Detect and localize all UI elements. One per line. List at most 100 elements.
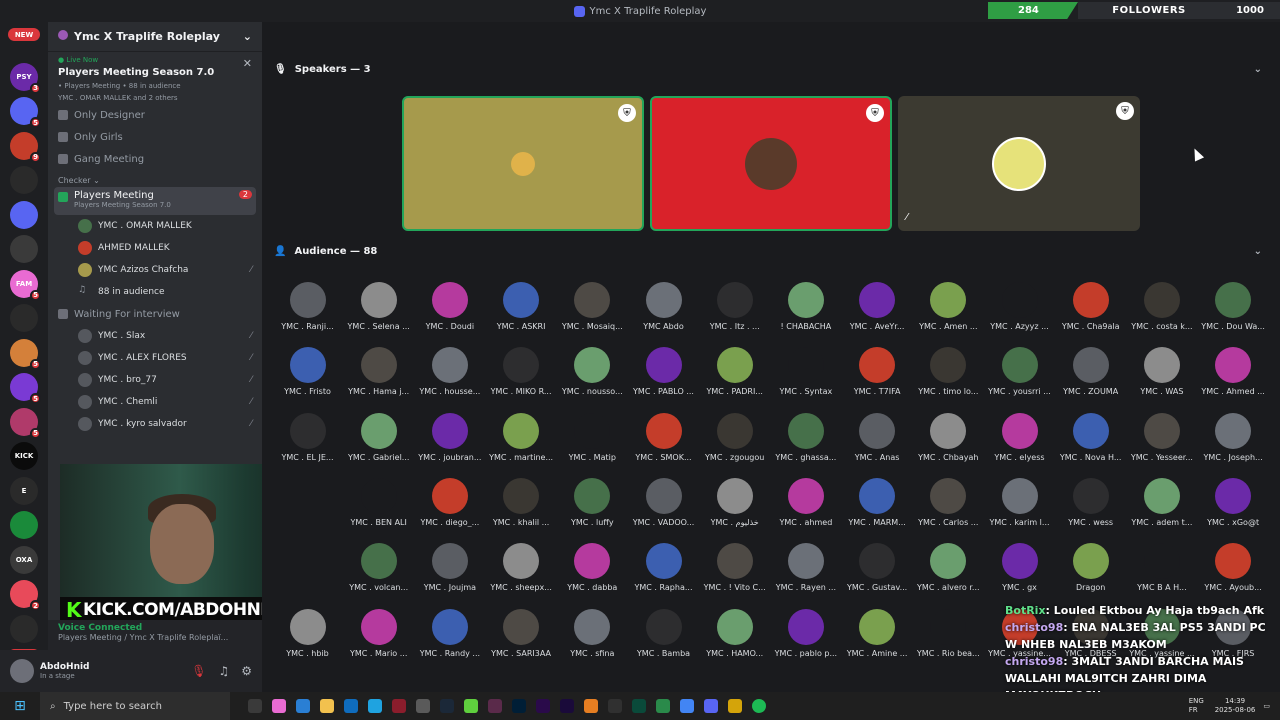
channel-waiting-interview[interactable]: Waiting For interview bbox=[48, 303, 262, 325]
audience-member[interactable]: YMC . Carlos ... bbox=[913, 477, 984, 527]
voice-member[interactable]: YMC . Slax ⁄ bbox=[48, 325, 262, 347]
audience-member[interactable]: YMC . Ayoub... bbox=[1198, 543, 1269, 592]
app-icon[interactable] bbox=[464, 699, 478, 713]
app-icon[interactable] bbox=[488, 699, 502, 713]
photoshop-icon[interactable] bbox=[512, 699, 526, 713]
server-icon[interactable]: 5 bbox=[10, 373, 41, 404]
audience-member[interactable]: YMC . MIKO R... bbox=[486, 347, 557, 396]
audience-member[interactable]: YMC . ghassa... bbox=[770, 412, 841, 462]
audience-member[interactable]: YMC . costa k... bbox=[1126, 282, 1197, 331]
audience-member[interactable]: YMC . BEN ALI bbox=[343, 477, 414, 527]
audience-member[interactable]: YMC . gx bbox=[984, 543, 1055, 592]
audience-member[interactable]: YMC . luffy bbox=[557, 477, 628, 527]
notification-icon[interactable]: ▭ bbox=[1263, 702, 1270, 710]
chrome-icon[interactable] bbox=[680, 699, 694, 713]
audience-member[interactable]: YMC . xGo@t bbox=[1198, 477, 1269, 527]
stage-member[interactable]: YMC Azizos Chafcha ⁄ bbox=[48, 259, 262, 281]
premiere-icon[interactable] bbox=[536, 699, 550, 713]
audience-member[interactable]: YMC . Anas bbox=[842, 412, 913, 462]
server-icon[interactable] bbox=[10, 614, 38, 643]
audience-member[interactable]: YMC . Randy ... bbox=[414, 608, 485, 658]
app-icon[interactable] bbox=[728, 699, 742, 713]
audience-member[interactable]: ! CHABACHA bbox=[770, 282, 841, 331]
audience-member[interactable]: YMC . Hama j... bbox=[343, 347, 414, 396]
audience-member[interactable]: YMC . Amen ... bbox=[913, 282, 984, 331]
audience-member[interactable]: YMC . Fristo bbox=[272, 347, 343, 396]
audience-member[interactable]: YMC . Mosaiq... bbox=[557, 282, 628, 331]
audience-member[interactable]: YMC . WAS bbox=[1126, 347, 1197, 396]
audience-member[interactable]: YMC . Mario ... bbox=[343, 608, 414, 658]
audience-member[interactable]: YMC . T7IFA bbox=[842, 347, 913, 396]
audience-member[interactable]: YMC . HAMO... bbox=[699, 608, 770, 658]
edge-icon[interactable] bbox=[368, 699, 382, 713]
audience-member[interactable]: YMC . pablo p... bbox=[770, 608, 841, 658]
channel-only-designer[interactable]: Only Designer bbox=[48, 104, 262, 126]
voice-member[interactable]: YMC . bro_77 ⁄ bbox=[48, 369, 262, 391]
steam-icon[interactable] bbox=[440, 699, 454, 713]
audience-member[interactable]: YMC . alvero r... bbox=[913, 543, 984, 592]
audience-member[interactable]: YMC . nousso... bbox=[557, 347, 628, 396]
audience-member[interactable]: YMC . Itz . ... bbox=[699, 282, 770, 331]
audience-member[interactable]: YMC . Gabriel... bbox=[343, 412, 414, 462]
server-icon[interactable] bbox=[10, 235, 38, 263]
voice-member[interactable]: YMC . kyro salvador ⁄ bbox=[48, 413, 262, 435]
audience-member[interactable]: YMC . MARM... bbox=[842, 477, 913, 527]
audience-member[interactable]: YMC . karim l... bbox=[984, 477, 1055, 527]
chevron-down-icon[interactable]: ⌄ bbox=[1254, 64, 1262, 75]
gear-icon[interactable]: ⚙ bbox=[241, 664, 252, 678]
clock[interactable]: 14:39 2025-08-06 bbox=[1215, 697, 1256, 715]
obs-icon[interactable] bbox=[608, 699, 622, 713]
audience-member[interactable]: YMC . Selena ... bbox=[343, 282, 414, 331]
speaker-tile[interactable]: ⛨ bbox=[402, 96, 644, 231]
stage-member[interactable]: AHMED MALLEK bbox=[48, 237, 262, 259]
audience-member[interactable]: YMC . Ahmed ... bbox=[1198, 347, 1269, 396]
audience-member[interactable]: YMC . SMOK... bbox=[628, 412, 699, 462]
audience-member[interactable]: YMC . Azyyz ... bbox=[984, 282, 1055, 331]
audience-member[interactable]: YMC . dabba bbox=[557, 543, 628, 592]
user-avatar[interactable] bbox=[10, 659, 34, 683]
audience-member[interactable]: YMC . Syntax bbox=[770, 347, 841, 396]
audience-member[interactable]: YMC . sheepx... bbox=[486, 543, 557, 592]
server-icon[interactable] bbox=[10, 200, 38, 229]
audience-member[interactable]: YMC . Nova H... bbox=[1055, 412, 1126, 462]
audience-member[interactable]: YMC . PADRI... bbox=[699, 347, 770, 396]
channel-players-meeting[interactable]: Players Meeting Players Meeting Season 7.… bbox=[54, 187, 256, 215]
audience-member[interactable]: YMC . Rio bea... bbox=[913, 608, 984, 658]
audience-member[interactable]: YMC Abdo bbox=[628, 282, 699, 331]
server-icon[interactable]: E bbox=[10, 476, 38, 505]
close-icon[interactable]: ✕ bbox=[243, 57, 252, 70]
audience-member[interactable]: YMC . zgougou bbox=[699, 412, 770, 462]
audience-member[interactable]: YMC . Dou Wa... bbox=[1198, 282, 1269, 331]
audience-member[interactable]: YMC . Yesseer... bbox=[1126, 412, 1197, 462]
store-icon[interactable] bbox=[296, 699, 310, 713]
server-icon[interactable] bbox=[10, 166, 38, 194]
audience-member[interactable]: YMC . VADOO... bbox=[628, 477, 699, 527]
audience-member[interactable]: YMC . PABLO ... bbox=[628, 347, 699, 396]
discord-icon[interactable] bbox=[704, 699, 718, 713]
audience-member[interactable]: YMC . Doudi bbox=[414, 282, 485, 331]
server-icon[interactable]: OXA bbox=[10, 545, 38, 574]
mic-muted-icon[interactable]: 🎙 bbox=[191, 664, 206, 678]
audience-member[interactable]: YMC . adem t... bbox=[1126, 477, 1197, 527]
category-checker[interactable]: Checker ⌄ bbox=[48, 170, 262, 187]
server-icon[interactable] bbox=[10, 511, 38, 539]
channel-only-girls[interactable]: Only Girls bbox=[48, 126, 262, 148]
copilot-icon[interactable] bbox=[272, 699, 286, 713]
server-icon[interactable]: 5 bbox=[10, 97, 41, 128]
audience-member[interactable]: YMC . Amine ... bbox=[842, 608, 913, 658]
chevron-down-icon[interactable]: ⌄ bbox=[243, 30, 252, 43]
app-icon[interactable] bbox=[632, 699, 646, 713]
audience-member[interactable]: YMC B A H... bbox=[1126, 543, 1197, 592]
server-icon[interactable]: KICK bbox=[10, 442, 38, 470]
audience-member[interactable]: YMC . yousrri ... bbox=[984, 347, 1055, 396]
server-icon[interactable]: 5 bbox=[10, 407, 41, 439]
speaker-tile[interactable]: ⛨ bbox=[650, 96, 892, 231]
audience-member[interactable]: YMC . Joseph... bbox=[1198, 412, 1269, 462]
app-icon[interactable] bbox=[392, 699, 406, 713]
audience-member[interactable]: Dragon bbox=[1055, 543, 1126, 592]
explorer-icon[interactable] bbox=[320, 699, 334, 713]
audience-member[interactable]: YMC . EL JE... bbox=[272, 412, 343, 462]
audience-member[interactable]: YMC . volcan... bbox=[343, 543, 414, 592]
spotify-icon[interactable] bbox=[752, 699, 766, 713]
audience-member[interactable]: YMC . Rayen ... bbox=[770, 543, 841, 592]
